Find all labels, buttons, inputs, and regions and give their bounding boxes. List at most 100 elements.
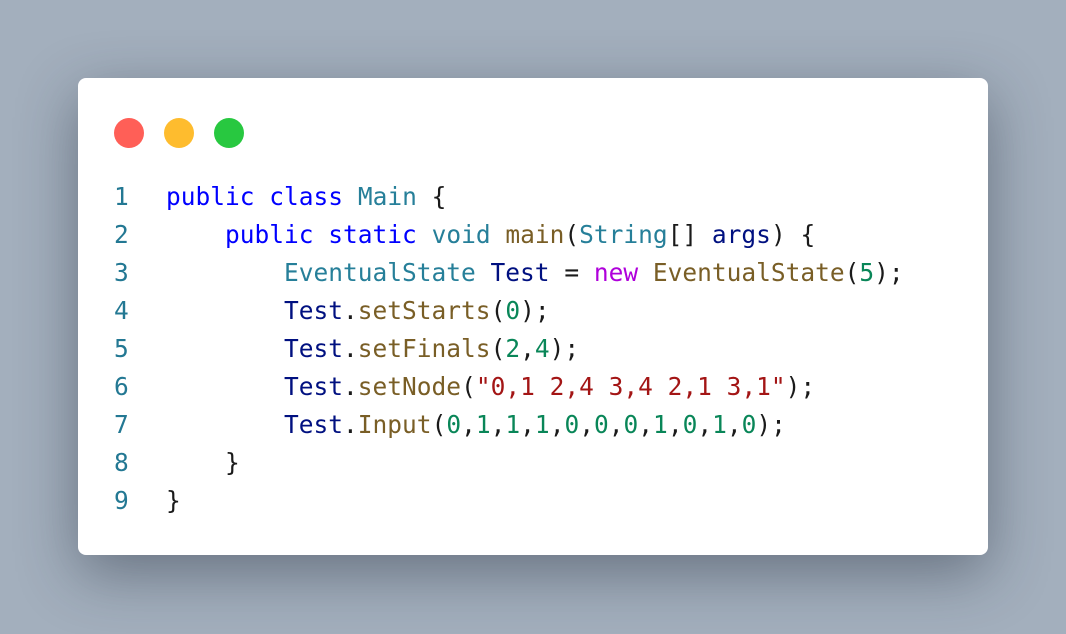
code-token: EventualState	[284, 258, 476, 287]
code-token: );	[785, 372, 816, 401]
code-token: Input	[357, 410, 432, 439]
code-token: (	[431, 410, 447, 439]
code-token: args	[711, 220, 771, 249]
code-token: "0,1 2,4 3,4 2,1 3,1"	[475, 372, 786, 401]
code-token: 0	[505, 296, 521, 325]
code-token: class	[269, 182, 344, 211]
code-token: (	[461, 372, 476, 401]
code-token: Test	[490, 258, 550, 287]
code-token: );	[520, 296, 550, 325]
line-number: 6	[114, 372, 129, 401]
code-token: static	[328, 220, 417, 249]
code-token: 1	[653, 410, 668, 439]
code-token: Test	[284, 296, 344, 325]
code-token: 0	[564, 410, 580, 439]
code-line: 9}	[114, 482, 904, 520]
code-token: ,	[667, 410, 683, 439]
code-token: ,	[579, 410, 594, 439]
code-token: =	[549, 258, 594, 287]
line-number: 9	[114, 486, 129, 515]
code-token: setStarts	[357, 296, 491, 325]
code-token: }	[166, 486, 181, 515]
code-token: 1	[505, 410, 521, 439]
code-token: public	[225, 220, 314, 249]
code-token: ,	[461, 410, 476, 439]
code-token: 0	[623, 410, 639, 439]
code-token: Main	[357, 182, 417, 211]
code-token: 1	[712, 410, 727, 439]
code-token: .	[343, 410, 358, 439]
maximize-dot-icon	[214, 118, 244, 148]
code-token: (	[490, 334, 506, 363]
minimize-dot-icon	[164, 118, 194, 148]
code-token: .	[343, 372, 358, 401]
line-number: 3	[114, 258, 129, 287]
line-number: 8	[114, 448, 129, 477]
code-token: EventualState	[652, 258, 845, 287]
code-token: 0	[741, 410, 757, 439]
code-token: String	[579, 220, 668, 249]
code-token: ,	[549, 410, 565, 439]
code-token: []	[667, 220, 712, 249]
code-line: 6 Test.setNode("0,1 2,4 3,4 2,1 3,1");	[114, 368, 904, 406]
code-token: ,	[520, 410, 535, 439]
code-line: 8 }	[114, 444, 904, 482]
code-token: .	[343, 334, 358, 363]
code-token: 0	[682, 410, 698, 439]
code-token: ,	[520, 334, 535, 363]
code-token: 4	[534, 334, 550, 363]
code-token: ,	[490, 410, 506, 439]
code-line: 3 EventualState Test = new EventualState…	[114, 254, 904, 292]
code-token: main	[505, 220, 565, 249]
code-token: (	[564, 220, 580, 249]
code-token: );	[756, 410, 786, 439]
close-dot-icon	[114, 118, 144, 148]
code-token: }	[166, 448, 240, 477]
code-token: void	[431, 220, 491, 249]
code-token: setFinals	[357, 334, 491, 363]
code-line: 4 Test.setStarts(0);	[114, 292, 904, 330]
code-token: Test	[284, 372, 344, 401]
code-token: {	[416, 182, 447, 211]
code-token: );	[874, 258, 904, 287]
line-number: 2	[114, 220, 129, 249]
code-token: ,	[697, 410, 713, 439]
code-token: (	[844, 258, 860, 287]
code-token: 0	[446, 410, 462, 439]
code-token: .	[343, 296, 358, 325]
code-token: ,	[638, 410, 654, 439]
code-window: 1 public class Main {2 public static void…	[78, 78, 988, 555]
code-block: 1 public class Main {2 public static void…	[114, 178, 904, 520]
code-token: Test	[284, 334, 344, 363]
code-token: setNode	[357, 372, 462, 401]
code-token: ,	[608, 410, 624, 439]
code-line: 1 public class Main {	[114, 178, 904, 216]
line-number: 5	[114, 334, 129, 363]
code-token: Test	[284, 410, 344, 439]
code-line: 7 Test.Input(0,1,1,1,0,0,0,1,0,1,0);	[114, 406, 904, 444]
code-token: ) {	[770, 220, 816, 249]
code-token: 5	[859, 258, 875, 287]
code-token: public	[166, 182, 255, 211]
code-token: ,	[726, 410, 742, 439]
code-token: );	[549, 334, 580, 363]
code-token: 2	[505, 334, 521, 363]
code-token: 1	[475, 410, 491, 439]
line-number: 7	[114, 410, 129, 439]
code-token: new	[593, 258, 639, 287]
code-token: 1	[534, 410, 550, 439]
code-line: 5 Test.setFinals(2,4);	[114, 330, 904, 368]
